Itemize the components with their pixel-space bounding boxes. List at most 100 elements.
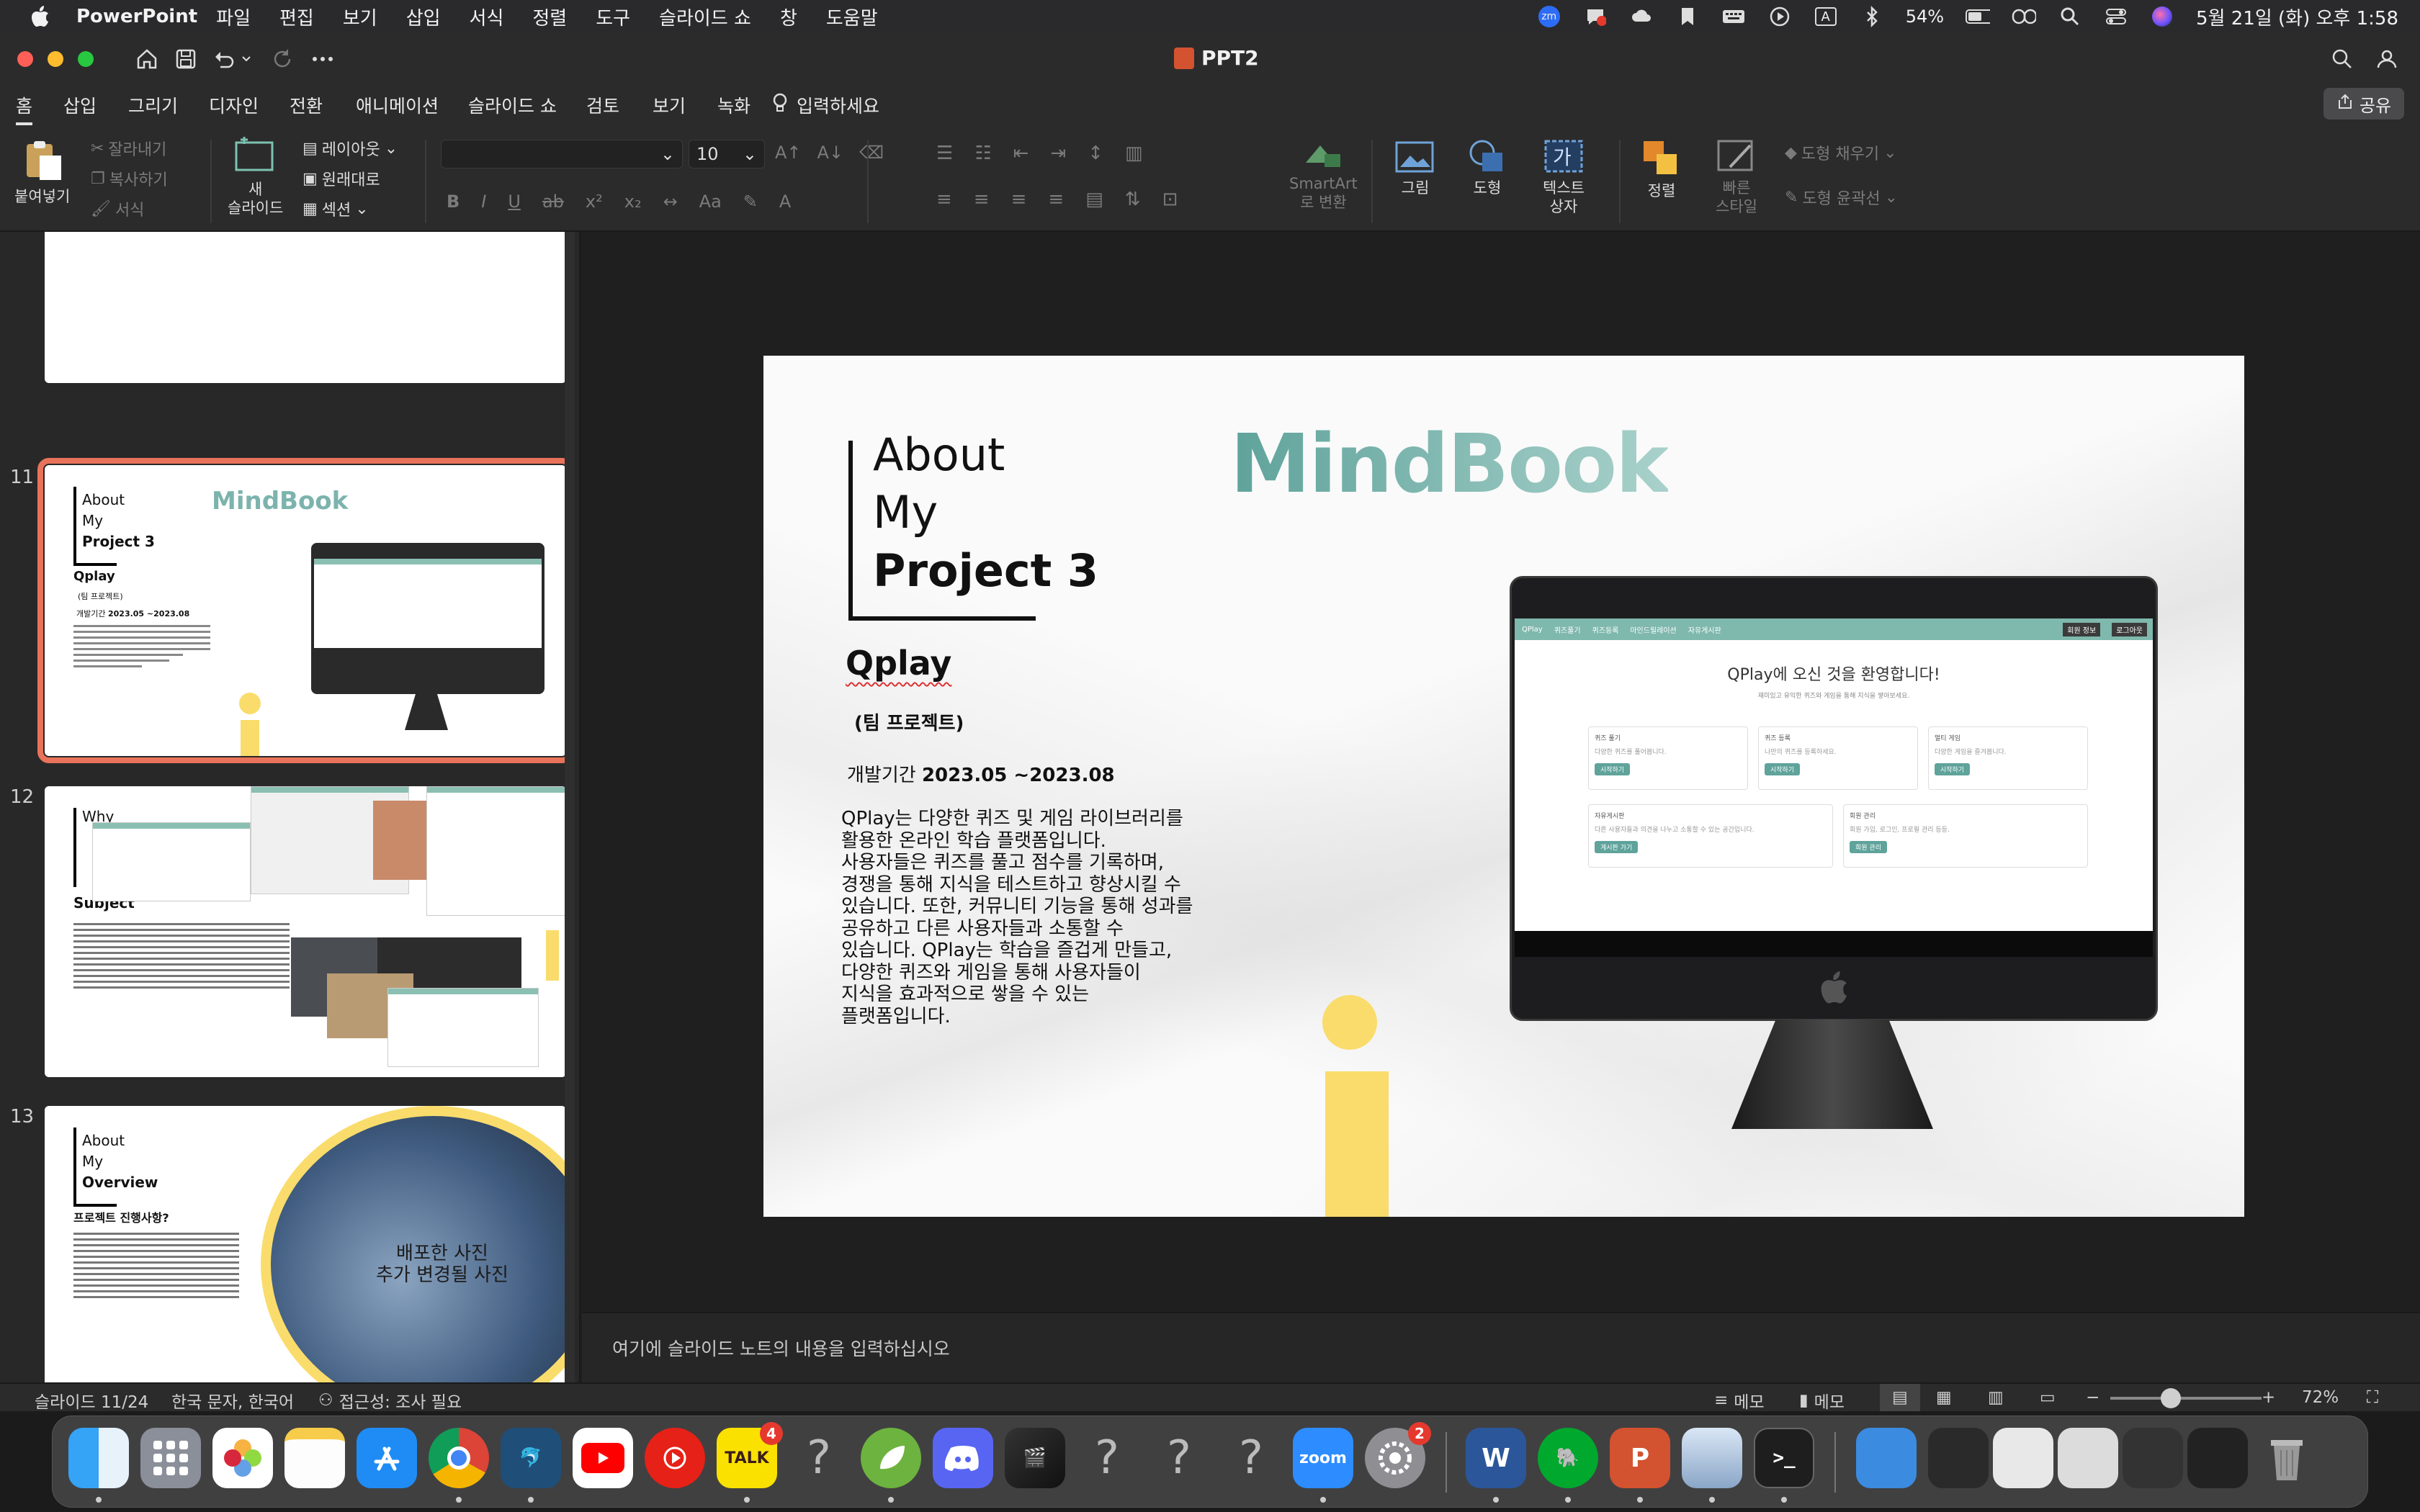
menu-clock[interactable]: 5월 21일 (화) 오후 1:58: [2196, 4, 2398, 30]
shape-button[interactable]: 도형: [1466, 138, 1508, 197]
undo-icon[interactable]: [210, 45, 239, 73]
play-status-icon[interactable]: [1767, 6, 1792, 27]
tab-record[interactable]: 녹화: [717, 92, 750, 118]
align-center-icon[interactable]: ≡: [974, 189, 990, 210]
char-spacing-icon[interactable]: ↔: [663, 192, 678, 212]
reading-view-button[interactable]: ▥: [1988, 1388, 2004, 1407]
smartart-convert-button[interactable]: SmartArt 로 변환: [1289, 141, 1358, 212]
final-cut-icon[interactable]: 🎬: [1005, 1428, 1065, 1488]
word-icon[interactable]: W: [1466, 1428, 1526, 1488]
notes-toggle-button[interactable]: ≡ 메모: [1714, 1388, 1765, 1413]
redo-icon[interactable]: [268, 45, 297, 73]
tab-draw[interactable]: 그리기: [128, 92, 178, 118]
chrome-icon[interactable]: [429, 1428, 489, 1488]
bullets-icon[interactable]: ☰: [936, 143, 953, 164]
arrange-button[interactable]: 정렬: [1641, 138, 1682, 200]
menu-slideshow[interactable]: 슬라이드 쇼: [659, 4, 751, 30]
window-thumbnail[interactable]: [1993, 1428, 2053, 1488]
bold-icon[interactable]: B: [447, 192, 460, 212]
paste-button[interactable]: 붙여넣기: [14, 138, 70, 206]
preview-icon[interactable]: [1682, 1428, 1742, 1488]
menu-insert[interactable]: 삽입: [406, 4, 441, 30]
keyboard-status-icon[interactable]: [1721, 6, 1746, 27]
zoom-in-button[interactable]: +: [2262, 1388, 2275, 1407]
zoom-slider-thumb[interactable]: [2161, 1388, 2181, 1408]
slideshow-view-button[interactable]: ▭: [2040, 1388, 2056, 1407]
bluetooth-icon[interactable]: [1860, 6, 1884, 27]
chat-status-icon[interactable]: [1583, 6, 1608, 27]
increase-font-icon[interactable]: A↑: [775, 143, 802, 163]
spotlight-search-icon[interactable]: [2058, 6, 2082, 27]
app-store-icon[interactable]: [357, 1428, 417, 1488]
line-spacing-icon[interactable]: ↕: [1088, 143, 1103, 164]
tab-review[interactable]: 검토: [586, 92, 619, 118]
subscript-icon[interactable]: x₂: [624, 192, 642, 212]
account-icon[interactable]: [2372, 45, 2401, 73]
comments-toggle-button[interactable]: ▮ 메모: [1799, 1388, 1845, 1413]
screen-mirroring-icon[interactable]: [2012, 6, 2037, 27]
window-thumbnail[interactable]: [1928, 1428, 1989, 1488]
discord-icon[interactable]: [933, 1428, 993, 1488]
terminal-icon[interactable]: >_: [1754, 1428, 1814, 1488]
font-name-dropdown[interactable]: ⌄: [441, 140, 683, 168]
text-direction-icon[interactable]: ⇅: [1125, 189, 1141, 210]
unknown-app-icon[interactable]: ?: [789, 1428, 849, 1488]
menu-format[interactable]: 서식: [470, 4, 504, 30]
menu-tools[interactable]: 도구: [596, 4, 630, 30]
close-window-button[interactable]: [17, 51, 33, 67]
justify-icon[interactable]: ≡: [1048, 189, 1064, 210]
strikethrough-icon[interactable]: ab: [542, 192, 564, 212]
more-options-icon[interactable]: [308, 45, 337, 73]
input-source-icon[interactable]: A: [1814, 6, 1838, 27]
highlight-icon[interactable]: ✎: [743, 192, 758, 212]
align-right-icon[interactable]: ≡: [1011, 189, 1027, 210]
spring-tool-icon[interactable]: [861, 1428, 921, 1488]
slide-editing-canvas[interactable]: About My Project 3 MindBook Qplay (팀 프로젝…: [582, 232, 2420, 1312]
project-period[interactable]: 개발기간 2023.05 ~2023.08: [847, 760, 1115, 787]
menu-edit[interactable]: 편집: [279, 4, 314, 30]
increase-indent-icon[interactable]: ⇥: [1050, 143, 1066, 164]
change-case-icon[interactable]: Aa: [699, 192, 722, 212]
mysql-workbench-icon[interactable]: 🐬: [501, 1428, 561, 1488]
columns-icon[interactable]: ▥: [1125, 143, 1143, 164]
picture-button[interactable]: 그림: [1394, 138, 1436, 197]
downloads-folder-icon[interactable]: [1856, 1428, 1917, 1488]
accessibility-button[interactable]: ⚇ 접근성: 조사 필요: [318, 1388, 462, 1413]
tell-me-search[interactable]: 입력하세요: [772, 92, 879, 118]
youtube-icon[interactable]: [573, 1428, 633, 1488]
zoom-app-icon[interactable]: zoom: [1293, 1428, 1353, 1488]
copy-button[interactable]: ❐ 복사하기: [91, 167, 168, 190]
speaker-notes-pane[interactable]: 여기에 슬라이드 노트의 내용을 입력하십시오: [582, 1312, 2420, 1382]
slide-thumbnail-11[interactable]: About My Project 3 MindBook Qplay (팀 프로젝…: [37, 458, 573, 763]
underline-icon[interactable]: U: [508, 192, 521, 212]
project-team[interactable]: (팀 프로젝트): [854, 708, 964, 735]
minimize-window-button[interactable]: [48, 51, 63, 67]
distributed-icon[interactable]: ▤: [1085, 189, 1103, 210]
cut-button[interactable]: ✂ 잘라내기: [91, 137, 166, 160]
slide-heading[interactable]: About My Project 3: [873, 426, 1098, 600]
menu-window[interactable]: 창: [780, 4, 797, 30]
siri-icon[interactable]: [2150, 6, 2174, 27]
unknown-app-icon[interactable]: ?: [1221, 1428, 1281, 1488]
fit-to-window-button[interactable]: ⛶: [2367, 1388, 2378, 1407]
undo-dropdown-icon[interactable]: [239, 45, 254, 73]
project-description[interactable]: QPlay는 다양한 퀴즈 및 게임 라이브러리를 활용한 온라인 학습 플랫폼…: [841, 808, 1193, 1027]
apple-menu-icon[interactable]: [26, 6, 55, 27]
numbering-icon[interactable]: ☷: [974, 143, 991, 164]
thumbnails-scrollbar[interactable]: [565, 232, 575, 1382]
window-thumbnail[interactable]: [2058, 1428, 2118, 1488]
system-settings-icon[interactable]: 2: [1365, 1422, 1431, 1488]
tab-insert[interactable]: 삽입: [63, 92, 97, 118]
zoom-window-button[interactable]: [78, 51, 94, 67]
unknown-app-icon[interactable]: ?: [1077, 1428, 1137, 1488]
reset-button[interactable]: ▣ 원래대로: [302, 167, 380, 190]
youtube-music-icon[interactable]: [645, 1428, 705, 1488]
slide-sorter-button[interactable]: ▦: [1936, 1388, 1952, 1407]
decrease-font-icon[interactable]: A↓: [817, 143, 844, 163]
share-button[interactable]: 공유: [2323, 88, 2404, 120]
powerpoint-icon[interactable]: P: [1610, 1428, 1670, 1488]
language-indicator[interactable]: 한국 문자, 한국어: [171, 1388, 294, 1413]
zoom-level[interactable]: 72%: [2302, 1388, 2339, 1407]
window-thumbnail[interactable]: [2123, 1428, 2183, 1488]
app-name-menu[interactable]: PowerPoint: [76, 6, 197, 27]
